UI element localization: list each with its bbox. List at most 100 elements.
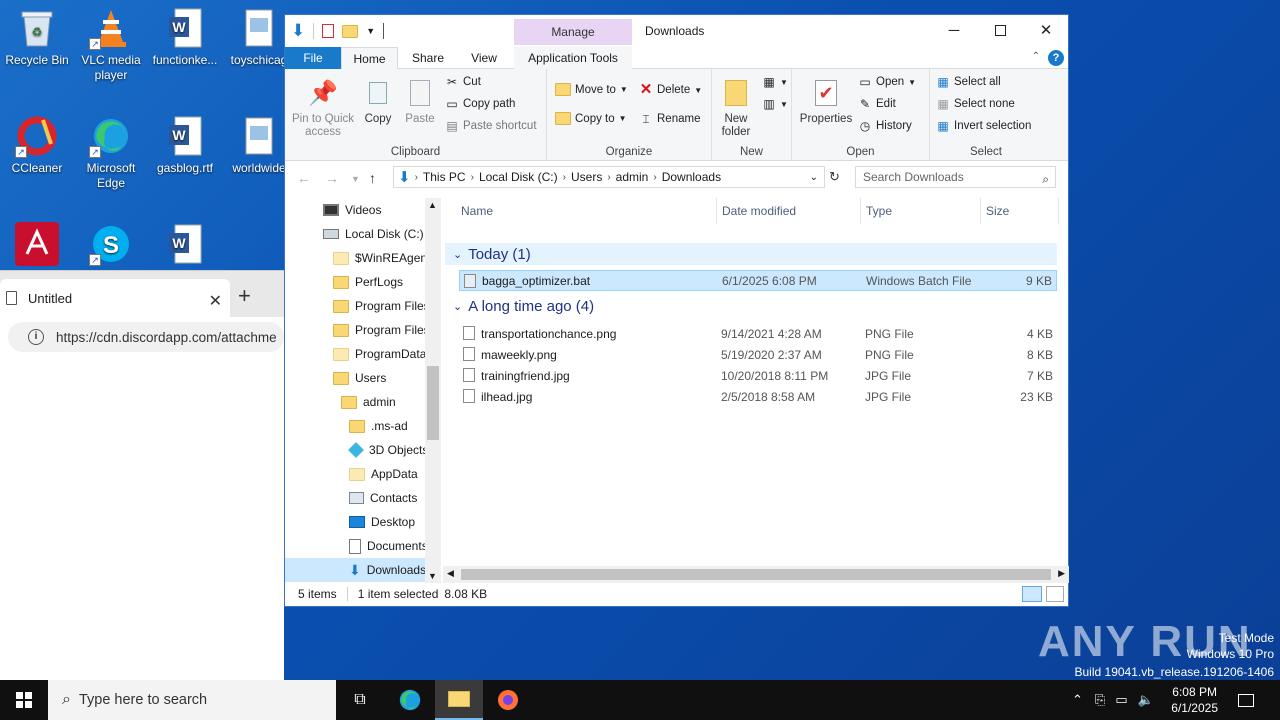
scroll-left-icon[interactable]: ◀: [447, 568, 454, 579]
column-name[interactable]: Name: [461, 204, 493, 218]
desktop-icon-edge[interactable]: ↗ Microsoft Edge: [74, 114, 148, 191]
collapse-ribbon-icon[interactable]: ⌃: [1032, 51, 1040, 62]
refresh-icon[interactable]: ↻: [829, 169, 840, 185]
easy-access-button[interactable]: ▥ ▼: [762, 97, 788, 111]
tree-item-programdata[interactable]: ProgramData: [333, 342, 426, 366]
tree-item-users[interactable]: Users: [333, 366, 386, 390]
column-divider[interactable]: [980, 198, 981, 224]
open-button[interactable]: ▭ Open ▼: [858, 75, 916, 89]
rename-button[interactable]: ⌶ Rename: [639, 112, 700, 126]
desktop-icon-vlc[interactable]: ↗ VLC media player: [74, 6, 148, 83]
navigation-scrollbar[interactable]: ▲ ▼: [425, 198, 441, 583]
tree-item-winreagent[interactable]: $WinREAgent: [333, 246, 430, 270]
system-clock[interactable]: 6:08 PM 6/1/2025: [1171, 684, 1218, 716]
tree-item-local-disk[interactable]: Local Disk (C:): [323, 222, 424, 246]
column-divider[interactable]: [1058, 198, 1059, 224]
tab-share[interactable]: Share: [403, 47, 453, 69]
tree-item-appdata[interactable]: AppData: [349, 462, 418, 486]
address-dropdown-icon[interactable]: ⌄: [810, 172, 818, 183]
cut-button[interactable]: ✂ Cut: [445, 75, 481, 89]
file-row[interactable]: trainingfriend.jpg 10/20/2018 8:11 PM JP…: [459, 365, 1057, 386]
desktop-icon-word-doc[interactable]: W functionke...: [148, 6, 222, 68]
file-row[interactable]: ilhead.jpg 2/5/2018 8:58 AM JPG File 23 …: [459, 386, 1057, 407]
desktop-icon-acrobat[interactable]: [0, 222, 74, 269]
group-header-today[interactable]: ⌄ Today (1): [445, 243, 1057, 265]
group-header-long-ago[interactable]: ⌄ A long time ago (4): [453, 298, 594, 315]
column-divider[interactable]: [716, 198, 717, 224]
invert-selection-button[interactable]: ▦ Invert selection: [936, 119, 1031, 133]
edit-button[interactable]: ✎ Edit: [858, 97, 896, 111]
tab-application-tools[interactable]: Application Tools: [514, 47, 632, 69]
tree-item-admin[interactable]: admin: [341, 390, 396, 414]
tab-view[interactable]: View: [459, 47, 509, 69]
file-row[interactable]: transportationchance.png 9/14/2021 4:28 …: [459, 323, 1057, 344]
ethernet-icon[interactable]: ▭: [1115, 692, 1127, 708]
start-button[interactable]: [0, 680, 48, 720]
scroll-right-icon[interactable]: ▶: [1058, 568, 1065, 579]
desktop-icon-skype[interactable]: S ↗: [74, 222, 148, 269]
new-folder-button[interactable]: New folder: [716, 77, 756, 139]
tree-item-contacts[interactable]: Contacts: [349, 486, 417, 510]
customize-toolbar-icon[interactable]: ▼: [366, 26, 375, 36]
move-to-button[interactable]: Move to ▼: [555, 83, 628, 96]
copy-button[interactable]: Copy: [359, 77, 397, 126]
show-hidden-icons-icon[interactable]: ⌃: [1072, 692, 1083, 708]
column-size[interactable]: Size: [986, 204, 1009, 218]
scrollbar-thumb[interactable]: [461, 569, 1051, 580]
tab-file[interactable]: File: [285, 47, 341, 69]
help-icon[interactable]: ?: [1048, 50, 1064, 66]
tree-item-program-files-x86[interactable]: Program Files: [333, 318, 430, 342]
browser-address-bar[interactable]: i https://cdn.discordapp.com/attachme: [8, 322, 284, 352]
horizontal-scrollbar[interactable]: ◀ ▶: [443, 566, 1069, 583]
new-tab-icon[interactable]: +: [238, 283, 251, 309]
paste-button[interactable]: Paste: [401, 77, 439, 126]
taskbar-file-explorer[interactable]: [435, 680, 483, 720]
file-row[interactable]: bagga_optimizer.bat 6/1/2025 6:08 PM Win…: [459, 270, 1057, 291]
recent-locations-icon[interactable]: ▼: [351, 174, 360, 184]
properties-button[interactable]: ✔ Properties: [798, 77, 854, 126]
properties-icon[interactable]: [322, 24, 335, 38]
breadcrumb-this-pc[interactable]: This PC: [423, 170, 466, 184]
scrollbar-thumb[interactable]: [427, 366, 439, 440]
delete-button[interactable]: ✕ Delete ▼: [639, 82, 702, 97]
copy-to-button[interactable]: Copy to ▼: [555, 112, 627, 125]
select-all-button[interactable]: ▦ Select all: [936, 75, 1000, 89]
tree-item-documents[interactable]: Documents: [349, 534, 428, 558]
forward-arrow-icon[interactable]: →: [325, 170, 339, 186]
column-date-modified[interactable]: Date modified: [722, 204, 796, 218]
taskbar-search-box[interactable]: ⌕ Type here to search: [48, 680, 336, 720]
desktop-icon-ccleaner[interactable]: ↗ CCleaner: [0, 114, 74, 176]
site-info-icon[interactable]: i: [28, 329, 44, 345]
back-arrow-icon[interactable]: ←: [297, 170, 311, 186]
taskbar-firefox[interactable]: [484, 680, 532, 720]
notifications-button[interactable]: [1222, 680, 1270, 720]
search-input[interactable]: Search Downloads ⌕: [855, 166, 1056, 188]
manage-context-tab[interactable]: Manage: [514, 19, 632, 45]
tree-item-perflogs[interactable]: PerfLogs: [333, 270, 403, 294]
desktop-icon-word3[interactable]: W: [148, 222, 222, 269]
new-folder-icon[interactable]: [342, 24, 359, 38]
close-button[interactable]: ✕: [1023, 15, 1069, 45]
history-button[interactable]: ◷ History: [858, 119, 912, 133]
select-none-button[interactable]: ▦ Select none: [936, 97, 1014, 111]
desktop-icon-recycle-bin[interactable]: ♻ Recycle Bin: [0, 6, 74, 68]
tree-item-ms-ad[interactable]: .ms-ad: [349, 414, 408, 438]
tree-item-3d-objects[interactable]: 3D Objects: [348, 438, 428, 462]
minimize-button[interactable]: ─: [931, 15, 977, 45]
breadcrumb-local-disk[interactable]: Local Disk (C:): [479, 170, 558, 184]
desktop-icon-rtf[interactable]: W gasblog.rtf: [148, 114, 222, 176]
tree-item-downloads[interactable]: ⬇ Downloads: [285, 558, 426, 582]
column-type[interactable]: Type: [866, 204, 892, 218]
close-tab-icon[interactable]: ✕: [209, 291, 222, 311]
task-view-button[interactable]: ⧉: [336, 680, 384, 720]
volume-icon[interactable]: 🔈: [1138, 692, 1154, 708]
network-icon[interactable]: ⎘: [1095, 692, 1105, 708]
breadcrumb-admin[interactable]: admin: [616, 170, 649, 184]
paste-shortcut-button[interactable]: ▤ Paste shortcut: [445, 119, 536, 133]
browser-tab[interactable]: Untitled ✕: [0, 279, 230, 317]
new-item-button[interactable]: ▦ ▼: [762, 75, 788, 89]
scroll-up-icon[interactable]: ▲: [428, 200, 437, 210]
breadcrumb-downloads[interactable]: Downloads: [662, 170, 721, 184]
copy-path-button[interactable]: ▭ Copy path: [445, 97, 515, 111]
maximize-button[interactable]: [977, 15, 1023, 45]
